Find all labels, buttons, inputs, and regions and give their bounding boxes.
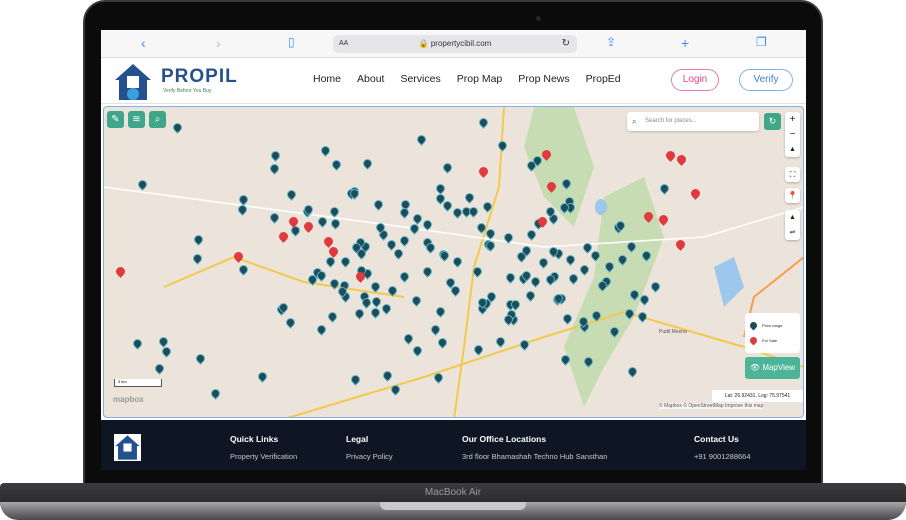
reload-icon[interactable]: ↻ bbox=[562, 35, 570, 53]
footer-logo bbox=[114, 434, 141, 461]
camera bbox=[536, 16, 541, 21]
url-text: propertycibil.com bbox=[430, 39, 492, 48]
link-property-verification[interactable]: Property Verification bbox=[230, 452, 297, 462]
menu-home[interactable]: Home bbox=[313, 73, 341, 85]
tools-button[interactable]: ✎ bbox=[107, 111, 124, 128]
bookmarks-icon[interactable]: ▯ bbox=[288, 35, 295, 49]
link-privacy-policy[interactable]: Privacy Policy bbox=[346, 452, 393, 462]
footer-quick-links: Quick Links bbox=[230, 434, 279, 444]
footer-contact: Contact Us bbox=[694, 434, 739, 444]
zoom-in-button[interactable]: + bbox=[785, 112, 800, 127]
device-label: MacBook Air bbox=[424, 487, 482, 498]
menu-services[interactable]: Services bbox=[400, 73, 440, 85]
menu-proped[interactable]: PropEd bbox=[586, 73, 621, 85]
browser-toolbar: ‹ › ▯ AA 🔒 propertycibil.com ↻ ⇪ + ❐ bbox=[101, 30, 806, 58]
legend-sale: For Sale bbox=[762, 338, 778, 343]
measure-button[interactable]: ⇌ bbox=[785, 225, 800, 240]
share-icon[interactable]: ⇪ bbox=[606, 35, 616, 49]
zoom-controls: + − ▲ bbox=[785, 112, 800, 157]
back-icon[interactable]: ‹ bbox=[141, 35, 146, 51]
text-size-button[interactable]: AA bbox=[339, 35, 348, 53]
menu-prop-news[interactable]: Prop News bbox=[518, 73, 569, 85]
footer-offices: Our Office Locations bbox=[462, 434, 547, 444]
contact-phone[interactable]: +91 9001288664 bbox=[694, 452, 751, 462]
tagline: Verify Before You Buy bbox=[163, 88, 212, 94]
layers-button[interactable]: ≋ bbox=[128, 111, 145, 128]
attribution[interactable]: © Mapbox © OpenStreetMap Improve this ma… bbox=[659, 403, 764, 409]
pin-button[interactable]: 📍 bbox=[785, 188, 800, 203]
mapview-label: MapView bbox=[762, 363, 796, 372]
coords-readout: Lat: 26.92431, Log: 75.97541 bbox=[712, 390, 803, 402]
laptop-notch bbox=[380, 502, 526, 510]
place-label: Pudil Meena bbox=[659, 329, 687, 335]
screen: ‹ › ▯ AA 🔒 propertycibil.com ↻ ⇪ + ❐ PROPI… bbox=[101, 30, 806, 470]
footer: Quick Links Legal Our Office Locations C… bbox=[101, 420, 806, 470]
sale-marker-icon bbox=[748, 335, 759, 346]
map-legend: Price range For Sale bbox=[745, 313, 800, 353]
site-header: PROPIL Verify Before You Buy Home About … bbox=[101, 58, 806, 104]
menu-prop-map[interactable]: Prop Map bbox=[457, 73, 503, 85]
shape-button[interactable]: ▲ bbox=[785, 210, 800, 225]
zoom-out-button[interactable]: − bbox=[785, 127, 800, 142]
refresh-button[interactable]: ↻ bbox=[764, 113, 781, 130]
logo-icon[interactable] bbox=[113, 62, 153, 102]
place-search-input[interactable]: ⌕ Search for places... bbox=[627, 112, 759, 131]
forward-icon[interactable]: › bbox=[216, 35, 221, 51]
search-placeholder: Search for places... bbox=[645, 118, 697, 124]
compass-button[interactable]: ▲ bbox=[785, 142, 800, 157]
brand-name: PROPIL bbox=[161, 66, 238, 87]
new-tab-icon[interactable]: + bbox=[681, 35, 689, 51]
menu-about[interactable]: About bbox=[357, 73, 384, 85]
login-button[interactable]: Login bbox=[671, 69, 719, 91]
tabs-icon[interactable]: ❐ bbox=[756, 35, 767, 49]
address-bar[interactable]: AA 🔒 propertycibil.com ↻ bbox=[333, 35, 577, 53]
mapview-button[interactable]: 👁 MapView bbox=[745, 357, 800, 379]
search-toggle-button[interactable]: ⌕ bbox=[149, 111, 166, 128]
property-map[interactable]: ✎ ≋ ⌕ ⌕ Search for places... ↻ + − ▲ ⛶ 📍 … bbox=[103, 106, 804, 418]
footer-legal: Legal bbox=[346, 434, 369, 444]
scale-bar: 3 km bbox=[114, 379, 162, 387]
price-marker-icon bbox=[748, 320, 759, 331]
mapbox-logo[interactable]: mapbox bbox=[113, 395, 144, 404]
verify-button[interactable]: Verify bbox=[739, 69, 793, 91]
office-address: 3rd floor Bhamashah Techno Hub Sansthan bbox=[462, 452, 608, 461]
search-icon: ⌕ bbox=[632, 117, 637, 126]
main-menu: Home About Services Prop Map Prop News P… bbox=[313, 73, 621, 85]
draw-controls: ▲ ⇌ bbox=[785, 210, 800, 240]
fullscreen-button[interactable]: ⛶ bbox=[785, 167, 800, 182]
legend-price: Price range bbox=[762, 323, 783, 328]
